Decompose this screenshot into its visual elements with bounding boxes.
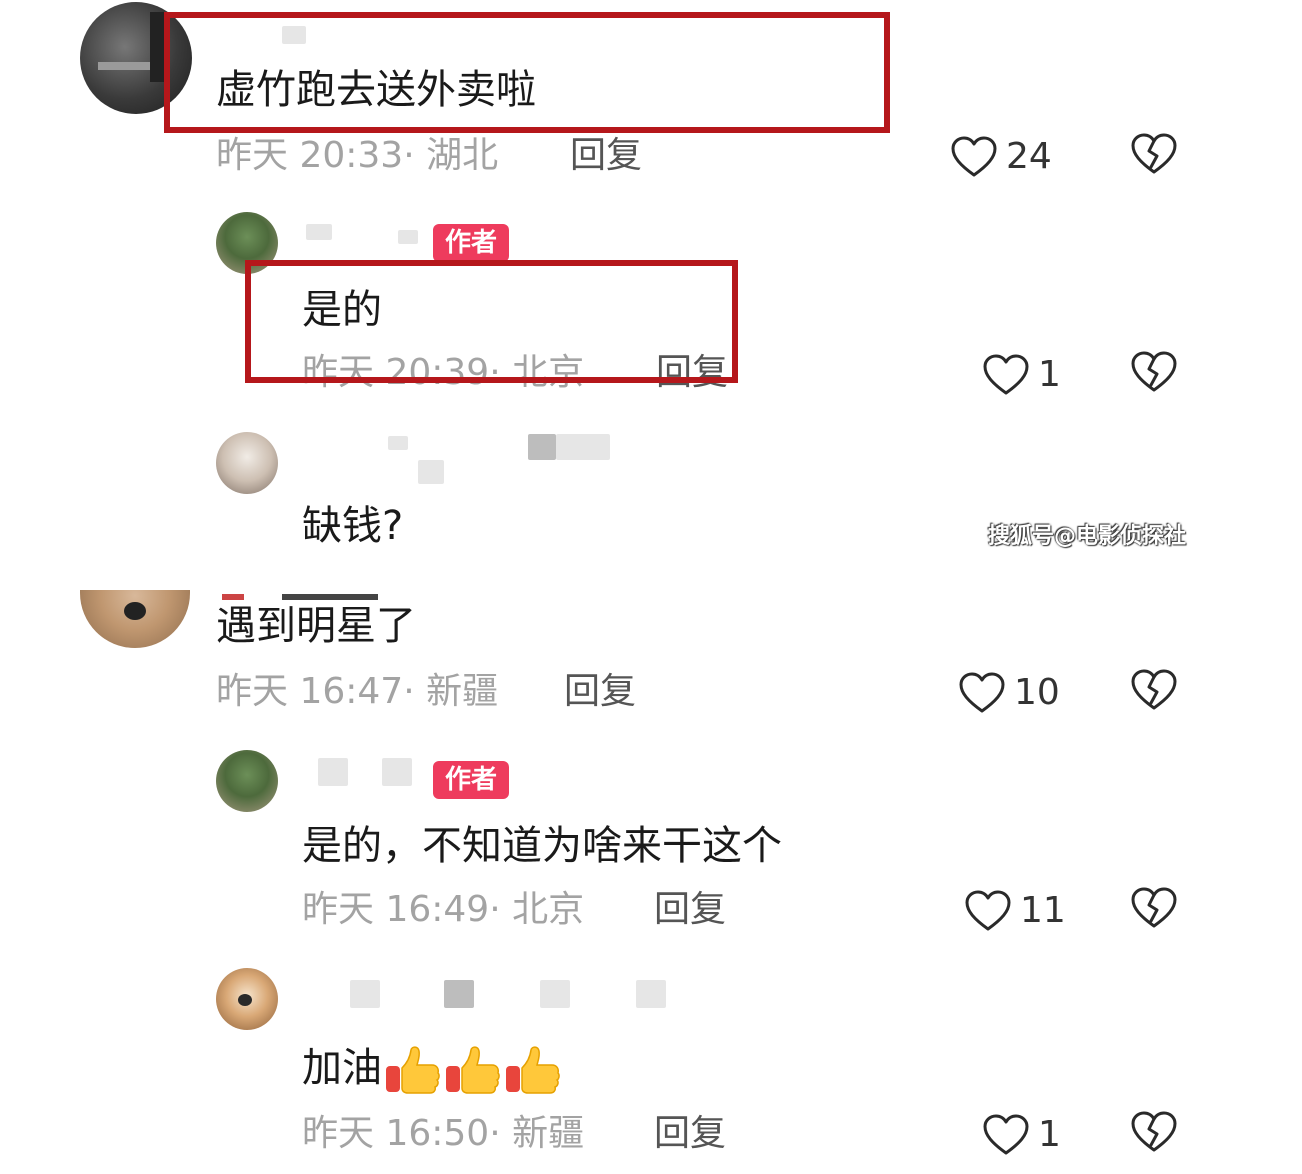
comment-text: 缺钱? xyxy=(302,503,404,549)
like-button[interactable]: 10 xyxy=(958,668,1060,718)
reply-button[interactable]: 回复 xyxy=(564,674,636,710)
like-button[interactable]: 24 xyxy=(950,132,1052,182)
comment-time: 昨天 16:49· 北京 xyxy=(302,889,585,930)
author-badge: 作者 xyxy=(433,761,510,799)
avatar[interactable] xyxy=(80,2,192,114)
like-count: 11 xyxy=(1020,890,1066,931)
comment-text: 加油 xyxy=(302,1044,562,1096)
comment-time: 昨天 20:33· 湖北 xyxy=(216,135,499,176)
reply-button[interactable]: 回复 xyxy=(654,1116,726,1152)
comment-text-content: 加油 xyxy=(302,1045,382,1091)
comment-text: 是的，不知道为啥来干这个 xyxy=(302,823,782,869)
reply-button[interactable]: 回复 xyxy=(654,892,726,928)
comment-time: 昨天 16:47· 新疆 xyxy=(216,671,499,712)
broken-heart-icon[interactable] xyxy=(1130,350,1178,394)
username-blurred xyxy=(528,434,556,460)
like-count: 10 xyxy=(1014,672,1060,713)
comment-text: 是的 xyxy=(302,287,382,333)
like-count: 1 xyxy=(1038,1114,1061,1155)
like-button[interactable]: 1 xyxy=(982,350,1061,400)
username-blurred xyxy=(282,26,306,44)
username-blurred xyxy=(444,980,474,1008)
username-blurred xyxy=(540,980,570,1008)
like-count: 1 xyxy=(1038,354,1061,395)
thumbs-up-icon xyxy=(444,1044,502,1096)
avatar[interactable] xyxy=(80,590,190,648)
comment-text: 虚竹跑去送外卖啦 xyxy=(216,67,536,113)
username-blurred xyxy=(636,980,666,1008)
username-blurred xyxy=(222,594,244,600)
username-blurred xyxy=(382,758,412,786)
broken-heart-icon[interactable] xyxy=(1130,132,1178,176)
broken-heart-icon[interactable] xyxy=(1130,668,1178,712)
reply-button[interactable]: 回复 xyxy=(656,355,728,391)
heart-icon xyxy=(982,353,1030,397)
thumbs-up-icon xyxy=(384,1044,442,1096)
username-blurred xyxy=(282,594,378,600)
avatar[interactable] xyxy=(216,212,278,274)
username-blurred xyxy=(350,980,380,1008)
broken-heart-icon[interactable] xyxy=(1130,886,1178,930)
username-blurred xyxy=(318,758,348,786)
heart-icon xyxy=(950,135,998,179)
like-count: 24 xyxy=(1006,136,1052,177)
username-blurred xyxy=(306,224,332,240)
broken-heart-icon[interactable] xyxy=(1130,1110,1178,1154)
username-blurred xyxy=(398,230,418,244)
watermark: 搜狐号@电影侦探社 xyxy=(988,524,1187,549)
username-blurred xyxy=(388,436,408,450)
username-blurred xyxy=(556,434,610,460)
avatar[interactable] xyxy=(216,968,278,1030)
reply-button[interactable]: 回复 xyxy=(570,138,642,174)
thumbs-up-icon xyxy=(504,1044,562,1096)
username-blurred xyxy=(418,460,444,484)
comment-time: 昨天 20:39· 北京 xyxy=(302,352,585,393)
like-button[interactable]: 1 xyxy=(982,1110,1061,1160)
comment-text: 遇到明星了 xyxy=(216,603,416,649)
like-button[interactable]: 11 xyxy=(964,886,1066,936)
heart-icon xyxy=(964,889,1012,933)
heart-icon xyxy=(958,671,1006,715)
avatar[interactable] xyxy=(216,750,278,812)
avatar[interactable] xyxy=(216,432,278,494)
comment-time: 昨天 16:50· 新疆 xyxy=(302,1113,585,1154)
author-badge: 作者 xyxy=(433,224,510,262)
heart-icon xyxy=(982,1113,1030,1157)
